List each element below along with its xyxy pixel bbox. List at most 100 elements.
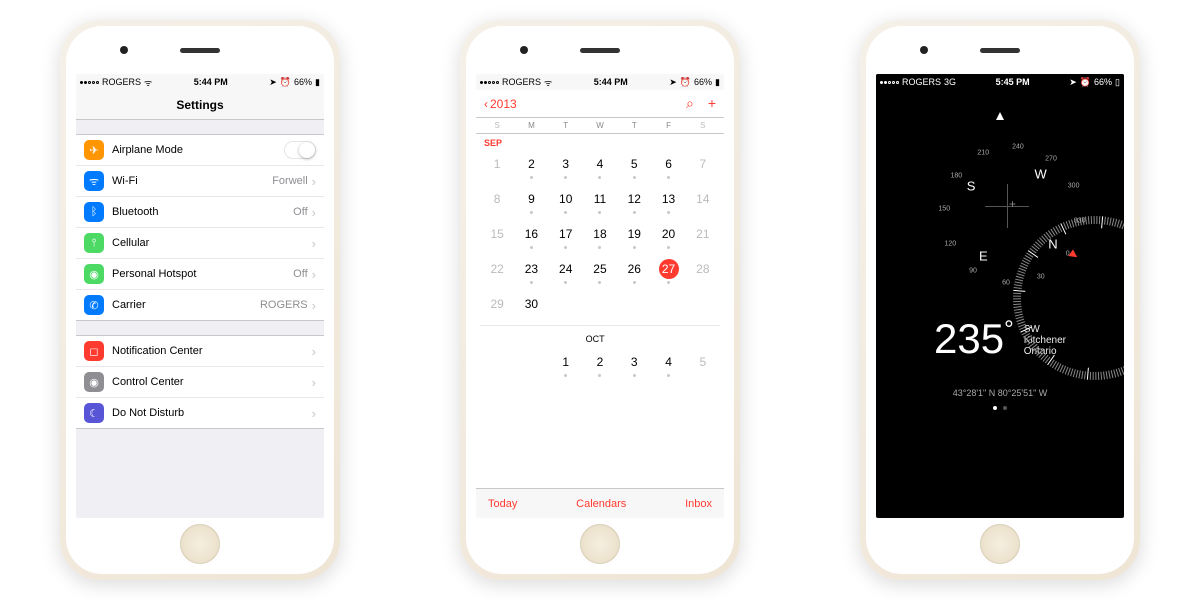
calendar-day[interactable]: 17: [549, 218, 583, 253]
calendar-day[interactable]: 27: [651, 253, 685, 288]
calendar-day[interactable]: 28: [686, 253, 720, 288]
day-number: [624, 294, 644, 314]
statusbar: ROGERSᯤ 5:44 PM ➤⏰66%▮: [476, 74, 724, 90]
calendar-day[interactable]: 12: [617, 183, 651, 218]
calendar-day[interactable]: 16: [514, 218, 548, 253]
calendar-day[interactable]: 1: [480, 148, 514, 183]
calendar-day[interactable]: 2: [514, 148, 548, 183]
battery-icon: ▯: [1115, 77, 1120, 88]
calendar-day[interactable]: 13: [651, 183, 685, 218]
settings-row-airplane[interactable]: ✈Airplane Mode: [76, 135, 324, 166]
settings-row-dnd[interactable]: ☾Do Not Disturb›: [76, 398, 324, 428]
wifi-icon: ᯤ: [84, 171, 104, 191]
coordinates: 43°28'1" N 80°25'51" W: [876, 388, 1124, 398]
row-label: Personal Hotspot: [112, 268, 293, 280]
day-number: 6: [659, 154, 679, 174]
degree-label: 180: [950, 172, 962, 179]
compass-dial[interactable]: 0306090120150180210240270300330NESW +: [905, 108, 1095, 298]
calendar-day[interactable]: 21: [686, 218, 720, 253]
calendars-button[interactable]: Calendars: [576, 498, 626, 510]
day-number: [487, 352, 507, 372]
calendar-day[interactable]: 23: [514, 253, 548, 288]
phone-compass: ROGERS3G 5:45 PM ➤⏰66%▯ 0306090120150180…: [860, 20, 1140, 580]
degree-label: 150: [938, 206, 950, 213]
row-label: Carrier: [112, 299, 260, 311]
wifi-icon: ᯤ: [144, 76, 152, 89]
degree-label: 60: [1002, 279, 1010, 286]
calendar-day[interactable]: 18: [583, 218, 617, 253]
calendar-day: [617, 288, 651, 321]
calendar-day[interactable]: 30: [514, 288, 548, 321]
alarm-icon: ⏰: [1080, 77, 1091, 88]
calendar-day[interactable]: 15: [480, 218, 514, 253]
settings-row-control[interactable]: ◉Control Center›: [76, 367, 324, 398]
back-button[interactable]: ‹2013: [484, 97, 517, 111]
calendar-day[interactable]: 19: [617, 218, 651, 253]
settings-row-wifi[interactable]: ᯤWi-FiForwell›: [76, 166, 324, 197]
row-label: Wi-Fi: [112, 175, 272, 187]
calendar-day[interactable]: 3: [617, 346, 651, 381]
chevron-right-icon: ›: [312, 267, 316, 282]
day-number: [521, 352, 541, 372]
calendar-day[interactable]: 14: [686, 183, 720, 218]
calendar-day[interactable]: 5: [617, 148, 651, 183]
month-label: OCT: [480, 325, 720, 346]
search-icon[interactable]: ⌕: [686, 95, 694, 112]
calendar-day[interactable]: 29: [480, 288, 514, 321]
event-dot-icon: [530, 246, 533, 249]
row-label: Do Not Disturb: [112, 407, 312, 419]
calendar-day[interactable]: 11: [583, 183, 617, 218]
day-number: 15: [487, 224, 507, 244]
degree-label: 330: [1074, 217, 1086, 224]
calendar-day[interactable]: 1: [549, 346, 583, 381]
calendar-day[interactable]: 24: [549, 253, 583, 288]
home-button[interactable]: [180, 524, 220, 564]
chevron-right-icon: ›: [312, 174, 316, 189]
day-number: 5: [624, 154, 644, 174]
page-indicator[interactable]: [876, 406, 1124, 410]
chevron-right-icon: ›: [312, 406, 316, 421]
today-button[interactable]: Today: [488, 498, 517, 510]
row-label: Control Center: [112, 376, 312, 388]
day-number: 13: [659, 189, 679, 209]
add-icon[interactable]: +: [708, 95, 716, 112]
calendar-day[interactable]: 4: [583, 148, 617, 183]
home-button[interactable]: [980, 524, 1020, 564]
location-icon: ➤: [669, 77, 677, 88]
day-number: 2: [590, 352, 610, 372]
settings-row-notification[interactable]: ◻Notification Center›: [76, 336, 324, 367]
calendar-day[interactable]: 22: [480, 253, 514, 288]
calendar-day[interactable]: 6: [651, 148, 685, 183]
status-time: 5:45 PM: [996, 77, 1030, 87]
settings-row-bluetooth[interactable]: ᛒBluetoothOff›: [76, 197, 324, 228]
event-dot-icon: [598, 211, 601, 214]
day-number: 4: [590, 154, 610, 174]
day-number: 4: [659, 352, 679, 372]
calendar-day[interactable]: 26: [617, 253, 651, 288]
calendar-day[interactable]: 2: [583, 346, 617, 381]
calendar-day[interactable]: 25: [583, 253, 617, 288]
location-icon: ➤: [269, 77, 277, 88]
row-label: Bluetooth: [112, 206, 293, 218]
calendar-day[interactable]: 9: [514, 183, 548, 218]
day-number: 25: [590, 259, 610, 279]
home-button[interactable]: [580, 524, 620, 564]
calendar-day[interactable]: 7: [686, 148, 720, 183]
calendar-day[interactable]: 3: [549, 148, 583, 183]
calendar-day[interactable]: 20: [651, 218, 685, 253]
calendar-day[interactable]: 10: [549, 183, 583, 218]
calendar-day[interactable]: 8: [480, 183, 514, 218]
inbox-button[interactable]: Inbox: [685, 498, 712, 510]
settings-row-hotspot[interactable]: ◉Personal HotspotOff›: [76, 259, 324, 290]
event-dot-icon: [530, 281, 533, 284]
toggle[interactable]: [284, 141, 316, 159]
day-number: 28: [693, 259, 713, 279]
settings-row-carrier[interactable]: ✆CarrierROGERS›: [76, 290, 324, 320]
day-number: 12: [624, 189, 644, 209]
calendar-grid[interactable]: 1234567891011121314151617181920212223242…: [476, 148, 724, 381]
event-dot-icon: [633, 211, 636, 214]
settings-row-cellular[interactable]: ⫯Cellular›: [76, 228, 324, 259]
degree-label: 30: [1037, 273, 1045, 280]
calendar-day[interactable]: 5: [686, 346, 720, 381]
calendar-day[interactable]: 4: [651, 346, 685, 381]
